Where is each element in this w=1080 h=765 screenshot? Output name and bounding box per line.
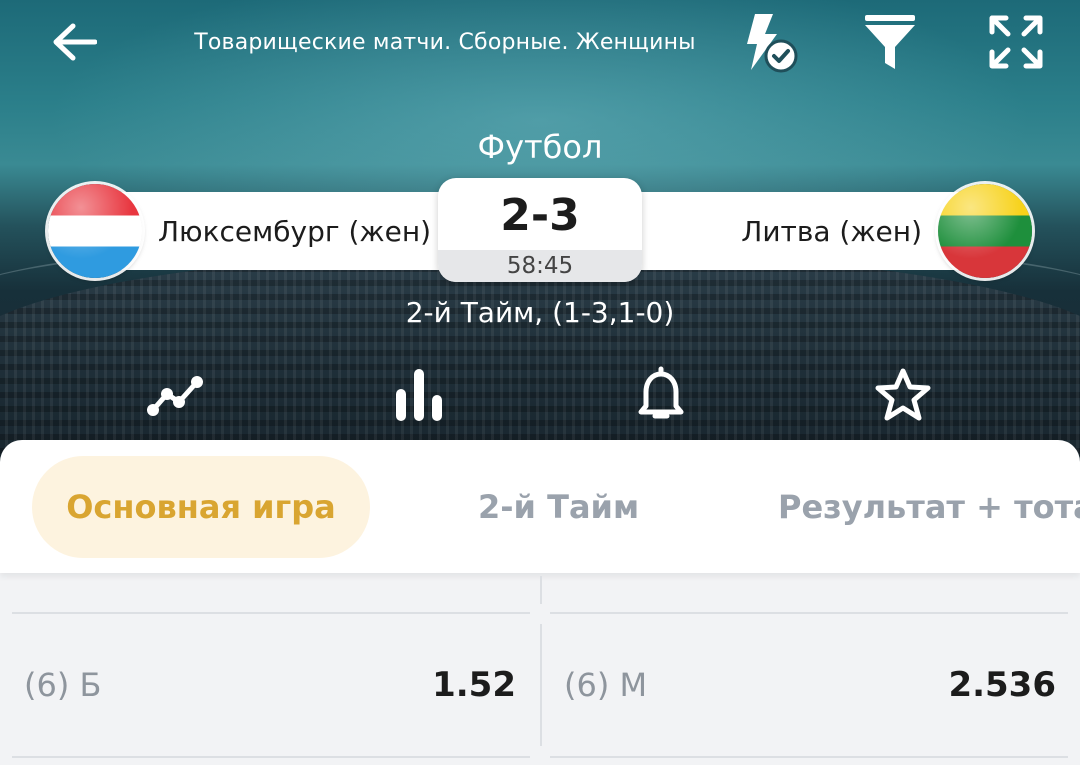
odd-over[interactable]: (6) Б 1.52	[24, 616, 516, 754]
tab-second-half[interactable]: 2-й Тайм	[478, 456, 639, 558]
tab-result-total[interactable]: Результат + тотал	[778, 456, 1080, 558]
tab-main-game[interactable]: Основная игра	[32, 456, 370, 558]
home-team-name: Люксембург (жен)	[158, 214, 432, 248]
back-button[interactable]	[44, 14, 104, 70]
home-team-flag	[48, 184, 142, 278]
row-divider-bottom-left	[12, 756, 530, 758]
funnel-icon	[865, 15, 915, 69]
bell-icon	[638, 366, 684, 419]
notifications-button[interactable]	[626, 362, 696, 428]
market-tabs: Основная игра 2-й Тайм Результат + тотал	[0, 440, 1080, 573]
score-card: 2-3 58:45	[438, 178, 642, 282]
filter-button[interactable]	[860, 12, 920, 72]
sport-title: Футбол	[477, 128, 603, 166]
home-team: Люксембург (жен)	[96, 192, 456, 270]
column-divider-top	[540, 576, 542, 604]
odd-over-label: (6) Б	[24, 666, 102, 704]
odd-under-value: 2.536	[948, 665, 1056, 705]
away-team: Литва (жен)	[624, 192, 984, 270]
lightning-check-icon	[747, 14, 798, 73]
row-divider-bottom-right	[550, 756, 1068, 758]
line-chart-icon	[147, 376, 203, 416]
league-title: Товарищеские матчи. Сборные. Женщины	[194, 30, 696, 55]
away-team-flag	[938, 184, 1032, 278]
arrow-left-icon	[53, 23, 97, 61]
stadium-stands	[0, 250, 1080, 470]
column-divider	[540, 624, 542, 746]
statistics-button[interactable]	[140, 362, 210, 428]
odd-under-label: (6) М	[564, 666, 648, 704]
match-stats-button[interactable]	[384, 362, 454, 428]
quick-bet-button[interactable]	[732, 10, 804, 76]
match-period: 2-й Тайм, (1-3,1-0)	[405, 296, 675, 329]
odd-over-value: 1.52	[432, 665, 516, 705]
away-team-name: Литва (жен)	[741, 214, 922, 248]
row-divider-left	[12, 612, 530, 614]
star-icon	[875, 368, 931, 421]
match-score: 2-3	[500, 190, 580, 241]
favorite-button[interactable]	[868, 362, 938, 428]
odd-under[interactable]: (6) М 2.536	[564, 616, 1056, 754]
fullscreen-button[interactable]	[984, 12, 1048, 72]
row-divider-right	[550, 612, 1068, 614]
match-timer: 58:45	[438, 250, 642, 282]
bar-chart-icon	[396, 369, 442, 421]
expand-icon	[989, 15, 1043, 69]
